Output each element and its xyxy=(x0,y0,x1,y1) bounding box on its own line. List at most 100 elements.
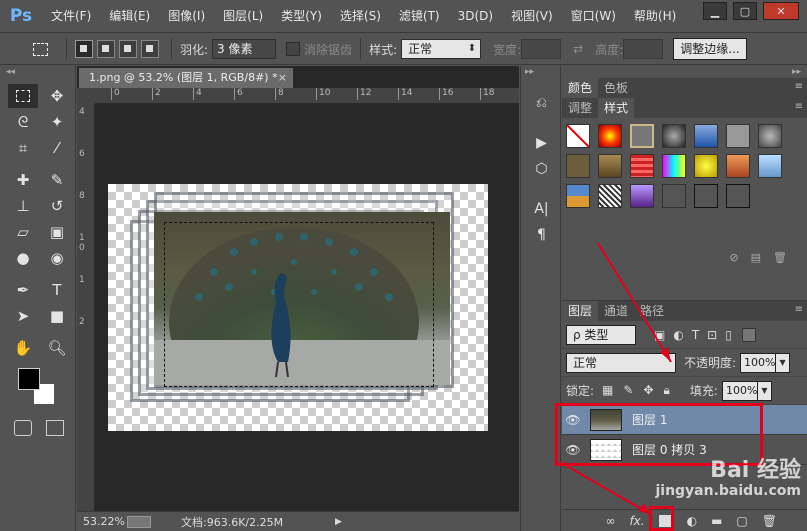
style-swatch[interactable] xyxy=(566,184,590,208)
tab-styles[interactable]: 样式 xyxy=(598,98,635,118)
type-tool-icon[interactable]: T xyxy=(42,278,72,302)
lock-transparent-icon[interactable]: ▦ xyxy=(602,383,613,398)
menu-help[interactable]: 帮助(H) xyxy=(625,0,685,33)
subtract-selection-button[interactable] xyxy=(119,40,137,58)
lasso-tool-icon[interactable]: ᘓ xyxy=(8,110,38,134)
menu-image[interactable]: 图像(I) xyxy=(159,0,214,33)
folder-icon[interactable]: ▬ xyxy=(711,514,722,528)
style-swatch[interactable] xyxy=(726,154,750,178)
antialias-checkbox[interactable] xyxy=(286,42,301,56)
filter-toggle[interactable] xyxy=(741,327,756,342)
eyedropper-tool-icon[interactable]: ⁄ xyxy=(42,136,72,160)
close-tab-icon[interactable]: × xyxy=(278,68,287,88)
menu-filter[interactable]: 滤镜(T) xyxy=(390,0,449,33)
3d-icon[interactable]: ⬡ xyxy=(521,156,562,182)
style-none[interactable] xyxy=(566,124,590,148)
kind-filter-select[interactable]: ρ 类型 xyxy=(566,324,636,345)
new-layer-icon[interactable]: ▢ xyxy=(736,514,747,528)
tab-channels[interactable]: 通道 xyxy=(598,301,634,321)
magic-wand-tool-icon[interactable]: ✦ xyxy=(42,110,72,134)
menu-file[interactable]: 文件(F) xyxy=(42,0,100,33)
move-tool-icon[interactable]: ✥ xyxy=(42,84,72,108)
style-swatch[interactable] xyxy=(630,124,654,148)
adjustment-icon[interactable]: ◐ xyxy=(687,514,697,528)
dodge-tool-icon[interactable]: ◉ xyxy=(42,246,72,270)
character-icon[interactable]: A| xyxy=(521,196,562,222)
quick-mask-icon[interactable] xyxy=(14,420,32,436)
menu-3d[interactable]: 3D(D) xyxy=(449,0,502,33)
delete-style-icon[interactable]: 🗑︎ xyxy=(773,251,787,264)
new-selection-button[interactable] xyxy=(75,40,93,58)
eraser-tool-icon[interactable]: ▱ xyxy=(8,220,38,244)
menu-select[interactable]: 选择(S) xyxy=(331,0,390,33)
style-swatch[interactable] xyxy=(598,154,622,178)
chevron-down-icon[interactable]: ▼ xyxy=(757,380,772,401)
feather-input[interactable]: 3 像素 xyxy=(212,39,277,59)
minimize-button[interactable]: ▁ xyxy=(703,2,727,20)
refine-edge-button[interactable]: 调整边缘... xyxy=(673,38,747,60)
link-icon[interactable]: ∞ xyxy=(605,514,615,528)
lock-pixels-icon[interactable]: ✎ xyxy=(623,383,633,398)
restore-button[interactable]: ▢ xyxy=(733,2,757,20)
pixel-filter-icon[interactable]: ▣ xyxy=(654,328,665,342)
brush-tool-icon[interactable]: ✎ xyxy=(42,168,72,192)
menu-type[interactable]: 类型(Y) xyxy=(272,0,331,33)
screen-mode-icon[interactable] xyxy=(46,420,64,436)
style-swatch[interactable] xyxy=(598,124,622,148)
crop-tool-icon[interactable]: ⌗ xyxy=(8,136,38,160)
intersect-selection-button[interactable] xyxy=(141,40,159,58)
status-menu-icon[interactable]: ▶ xyxy=(335,517,342,527)
tab-swatches[interactable]: 色板 xyxy=(598,78,634,98)
style-swatch[interactable] xyxy=(694,154,718,178)
style-swatch[interactable] xyxy=(566,154,590,178)
blur-tool-icon[interactable]: ● xyxy=(8,246,38,270)
document-tab[interactable]: 1.png @ 53.2% (图层 1, RGB/8#) * × xyxy=(79,68,293,88)
path-selection-tool-icon[interactable]: ➤ xyxy=(8,304,38,328)
add-selection-button[interactable] xyxy=(97,40,115,58)
shape-filter-icon[interactable]: ⊡ xyxy=(707,328,717,342)
style-swatch[interactable] xyxy=(598,184,622,208)
type-filter-icon[interactable]: T xyxy=(692,328,699,342)
blend-mode-select[interactable]: 正常 xyxy=(566,352,676,373)
history-brush-tool-icon[interactable]: ↺ xyxy=(42,194,72,218)
swap-icon[interactable]: ⇄ xyxy=(573,42,583,56)
style-swatch[interactable] xyxy=(726,124,750,148)
menu-edit[interactable]: 编辑(E) xyxy=(100,0,159,33)
tool-preset-picker[interactable] xyxy=(22,37,58,61)
style-swatch[interactable] xyxy=(630,184,654,208)
panel-menu-icon[interactable]: ≡ xyxy=(795,101,803,112)
history-icon[interactable]: ⎌ xyxy=(521,90,562,116)
style-swatch[interactable] xyxy=(758,124,782,148)
style-swatch[interactable] xyxy=(694,184,718,208)
style-swatch[interactable] xyxy=(630,154,654,178)
clone-stamp-tool-icon[interactable]: ⊥ xyxy=(8,194,38,218)
menu-window[interactable]: 窗口(W) xyxy=(562,0,625,33)
lock-position-icon[interactable]: ✥ xyxy=(643,383,653,398)
style-select[interactable]: 正常 xyxy=(401,39,482,59)
style-swatch[interactable] xyxy=(662,184,686,208)
tab-paths[interactable]: 路径 xyxy=(634,301,670,321)
panel-menu-icon[interactable]: ≡ xyxy=(795,81,803,92)
menu-layer[interactable]: 图层(L) xyxy=(214,0,272,33)
close-button[interactable]: ✕ xyxy=(763,2,799,20)
style-swatch[interactable] xyxy=(662,154,686,178)
style-swatch[interactable] xyxy=(758,154,782,178)
canvas[interactable] xyxy=(108,184,488,431)
collapse-icon[interactable]: ▸▸ xyxy=(562,66,807,78)
paragraph-icon[interactable]: ¶ xyxy=(521,222,562,248)
collapse-icon[interactable]: ▸▸ xyxy=(521,66,560,78)
opacity-input[interactable]: 100% xyxy=(740,352,777,373)
vertical-ruler[interactable]: 4 6 8 1 0 1 2 xyxy=(77,104,95,511)
chevron-down-icon[interactable]: ▼ xyxy=(776,352,791,373)
smart-filter-icon[interactable]: ▯ xyxy=(725,328,732,342)
collapse-icon[interactable]: ◂◂ xyxy=(0,66,75,78)
pen-tool-icon[interactable]: ✒ xyxy=(8,278,38,302)
height-input[interactable] xyxy=(623,39,664,59)
adjustment-filter-icon[interactable]: ◐ xyxy=(673,328,683,342)
fill-input[interactable]: 100% xyxy=(721,380,758,401)
actions-play-icon[interactable]: ▶ xyxy=(521,130,562,156)
tab-layers[interactable]: 图层 xyxy=(562,301,599,321)
tab-color[interactable]: 颜色 xyxy=(562,78,599,98)
trash-icon[interactable]: 🗑︎ xyxy=(762,514,777,528)
lock-all-icon[interactable]: 🔒︎ xyxy=(664,383,670,398)
